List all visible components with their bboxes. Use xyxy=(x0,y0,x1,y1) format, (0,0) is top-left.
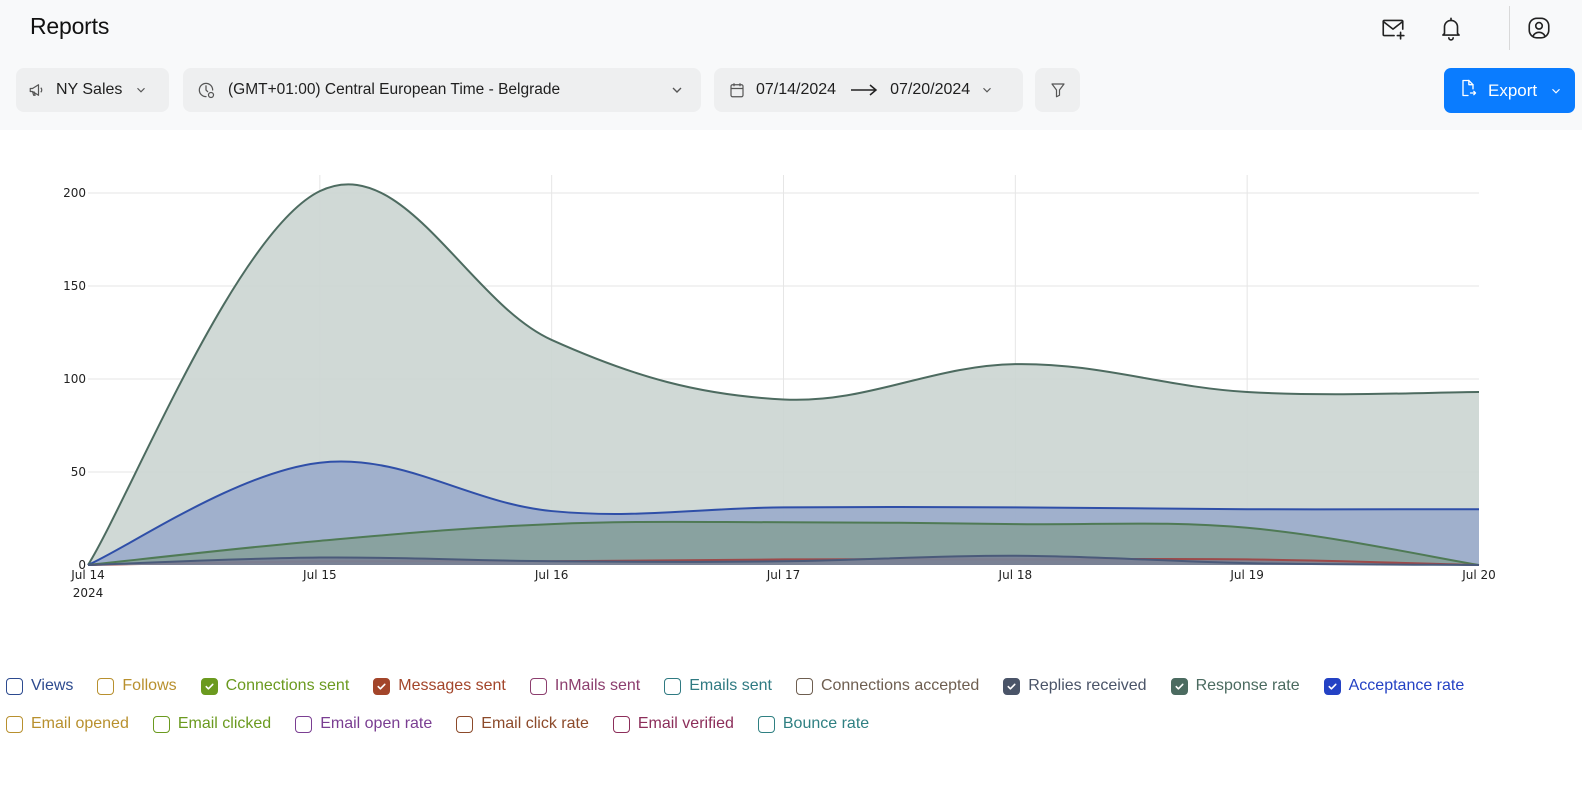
legend-label: Email clicked xyxy=(177,715,272,732)
clock-icon xyxy=(196,80,216,100)
notifications-button[interactable] xyxy=(1436,13,1466,43)
checkbox-checked[interactable] xyxy=(1003,677,1021,695)
checkbox-checked[interactable] xyxy=(1323,677,1341,695)
campaign-value: NY Sales xyxy=(56,81,123,98)
legend-item-connections-sent[interactable]: Connections sent xyxy=(200,677,350,695)
date-from[interactable]: 07/14/2024 xyxy=(756,81,836,99)
export-button[interactable]: Export xyxy=(1444,68,1575,113)
legend-label: Replies received xyxy=(1028,677,1147,694)
x-tick-label: Jul 17 xyxy=(766,568,801,582)
chevron-down-icon xyxy=(669,82,685,98)
check-icon xyxy=(1175,683,1184,690)
legend-item-connections-accepted[interactable]: Connections accepted xyxy=(795,677,980,695)
legend-label: Messages sent xyxy=(398,677,506,694)
page-title: Reports xyxy=(30,13,110,39)
chevron-down-icon xyxy=(1549,84,1563,98)
legend-label: Email open rate xyxy=(320,715,433,732)
checkbox-unchecked[interactable] xyxy=(295,715,313,733)
timezone-select[interactable]: (GMT+01:00) Central European Time - Belg… xyxy=(183,68,701,112)
date-to[interactable]: 07/20/2024 xyxy=(890,81,970,99)
legend-item-inmails-sent[interactable]: InMails sent xyxy=(529,677,641,695)
check-icon xyxy=(1007,683,1016,690)
mail-plus-icon xyxy=(1382,19,1405,40)
legend-item-emails-sent[interactable]: Emails sent xyxy=(664,677,772,695)
legend-label: Bounce rate xyxy=(782,715,870,732)
legend-item-response-rate[interactable]: Response rate xyxy=(1170,677,1300,695)
legend-item-email-clicked[interactable]: Email clicked xyxy=(152,715,272,733)
checkbox-unchecked[interactable] xyxy=(6,715,23,733)
legend-label: Acceptance rate xyxy=(1348,677,1465,694)
timezone-value: (GMT+01:00) Central European Time - Belg… xyxy=(228,81,561,98)
x-tick-label: Jul 16 xyxy=(534,568,569,582)
x-tick-label: Jul 19 xyxy=(1229,568,1264,582)
checkbox-unchecked[interactable] xyxy=(612,715,630,733)
y-tick-label: 200 xyxy=(63,186,86,200)
checkbox-unchecked[interactable] xyxy=(757,715,775,733)
calendar-icon xyxy=(728,81,746,99)
checkbox-unchecked[interactable] xyxy=(795,677,813,695)
chart: 0 50 100 150 200 Jul 14 Jul 15 Jul 16 Jul 17 Jul … xyxy=(0,150,1582,630)
legend-item-replies-received[interactable]: Replies received xyxy=(1003,677,1147,695)
filter-button[interactable] xyxy=(1035,68,1080,112)
y-tick-label: 50 xyxy=(71,465,86,479)
legend-item-acceptance-rate[interactable]: Acceptance rate xyxy=(1323,677,1465,695)
header-divider xyxy=(1509,6,1510,50)
megaphone-icon xyxy=(28,81,46,99)
bell-icon xyxy=(1442,17,1460,41)
check-icon xyxy=(205,683,214,690)
legend-label: Email opened xyxy=(31,715,129,732)
x-tick-label: Jul 20 xyxy=(1461,568,1496,582)
legend-item-email-open-rate[interactable]: Email open rate xyxy=(295,715,432,733)
checkbox-checked[interactable] xyxy=(1170,677,1188,695)
checkbox-unchecked[interactable] xyxy=(664,677,682,695)
checkbox-checked[interactable] xyxy=(200,677,218,695)
legend-label: Follows xyxy=(122,677,177,694)
user-circle-icon xyxy=(1528,17,1550,39)
x-tick-label: Jul 18 xyxy=(998,568,1033,582)
chevron-down-icon xyxy=(980,83,994,97)
checkbox-unchecked[interactable] xyxy=(456,715,474,733)
export-label: Export xyxy=(1488,80,1538,100)
checkbox-unchecked[interactable] xyxy=(97,677,115,695)
legend-label: Response rate xyxy=(1195,677,1300,694)
x-tick-label: Jul 14 xyxy=(70,568,105,582)
legend-label: Connections accepted xyxy=(820,677,980,694)
y-tick-label: 150 xyxy=(63,279,86,293)
legend-item-views[interactable]: Views xyxy=(6,677,73,695)
check-icon xyxy=(1328,683,1337,690)
file-export-icon xyxy=(1458,78,1478,103)
checkbox-unchecked[interactable] xyxy=(6,677,23,695)
legend-label: Emails sent xyxy=(689,677,772,694)
campaign-select[interactable]: NY Sales xyxy=(16,68,169,112)
legend-label: InMails sent xyxy=(554,677,641,694)
y-tick-label: 100 xyxy=(63,372,86,386)
legend-row: Email opened Email clicked Email open rate… xyxy=(6,708,1582,740)
checkbox-unchecked[interactable] xyxy=(529,677,547,695)
legend-item-messages-sent[interactable]: Messages sent xyxy=(373,677,506,695)
chevron-down-icon xyxy=(134,83,148,97)
x-tick-label: Jul 15 xyxy=(302,568,337,582)
legend-item-follows[interactable]: Follows xyxy=(97,677,177,695)
checkbox-checked[interactable] xyxy=(373,677,391,695)
legend-row: Views Follows Connections sent Messages sen… xyxy=(6,670,1582,702)
legend-item-bounce-rate[interactable]: Bounce rate xyxy=(757,715,870,733)
legend-item-email-click-rate[interactable]: Email click rate xyxy=(456,715,589,733)
legend-label: Email click rate xyxy=(481,715,589,732)
legend-label: Views xyxy=(31,677,74,694)
legend-item-email-verified[interactable]: Email verified xyxy=(612,715,734,733)
mail-plus-button[interactable] xyxy=(1378,13,1408,43)
filter-icon xyxy=(1049,81,1067,99)
arrow-right-icon xyxy=(850,83,878,97)
legend-item-email-opened[interactable]: Email opened xyxy=(6,715,129,733)
x-tick-year: 2024 xyxy=(73,586,104,600)
legend-label: Connections sent xyxy=(225,677,350,694)
legend-label: Email verified xyxy=(637,715,734,732)
check-icon xyxy=(377,683,386,690)
checkbox-unchecked[interactable] xyxy=(152,715,170,733)
legend: Views Follows Connections sent Messages sen… xyxy=(6,670,1582,746)
area-chart: 050100150200Jul 14 Jul 15 Jul 16 Jul 17 Jul … xyxy=(63,175,1496,600)
account-button[interactable] xyxy=(1524,13,1554,43)
date-range-picker[interactable]: 07/14/2024 07/20/2024 xyxy=(714,68,1023,112)
